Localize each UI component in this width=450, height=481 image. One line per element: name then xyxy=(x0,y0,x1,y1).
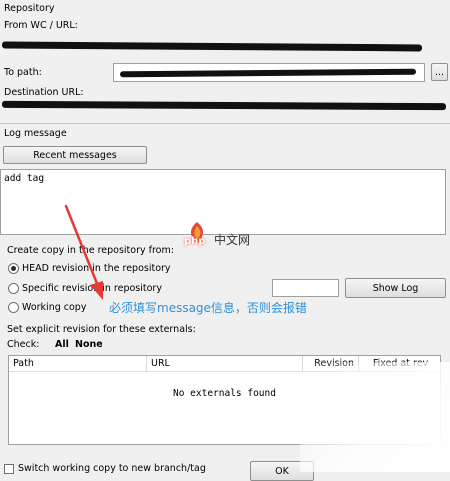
column-header-url[interactable]: URL xyxy=(147,356,303,372)
check-none-link[interactable]: None xyxy=(75,339,103,350)
table-header: Path URL Revision Fixed at rev xyxy=(9,356,440,372)
switch-working-copy-checkbox[interactable] xyxy=(4,464,14,474)
externals-table[interactable]: Path URL Revision Fixed at rev No extern… xyxy=(8,355,441,445)
check-all-link[interactable]: All xyxy=(55,339,69,350)
externals-label: Set explicit revision for these external… xyxy=(7,324,196,335)
ok-button[interactable]: OK xyxy=(250,461,314,481)
column-header-path[interactable]: Path xyxy=(9,356,147,372)
column-header-fixed-at-rev[interactable]: Fixed at rev xyxy=(359,356,442,372)
switch-working-copy-label: Switch working copy to new branch/tag xyxy=(18,463,206,474)
check-label: Check: xyxy=(7,339,40,350)
column-header-revision[interactable]: Revision xyxy=(303,356,359,372)
empty-externals-text: No externals found xyxy=(173,388,276,399)
